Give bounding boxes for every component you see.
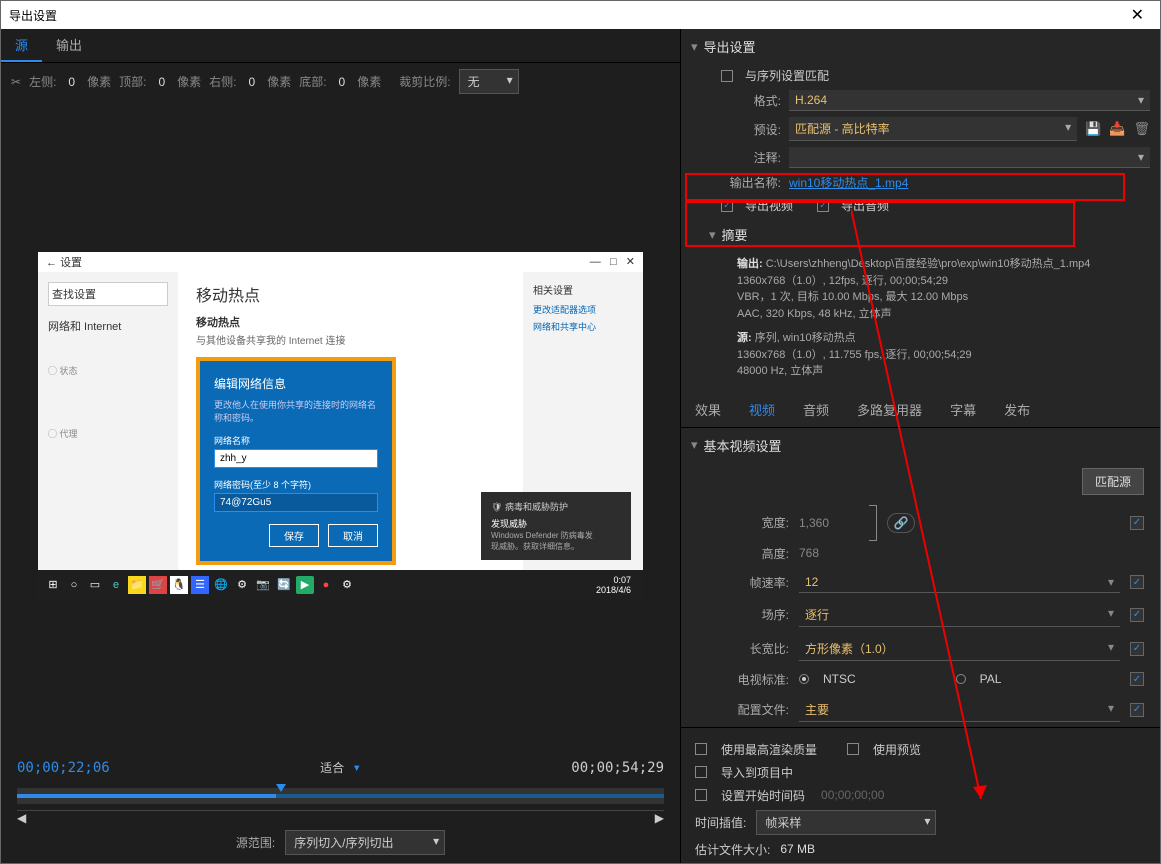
profile-select[interactable]: 主要 [799,698,1120,722]
preview-image: ← 设置 — □ ✕ 查找设置 网络和 Internet ◯ 状态 ◯ 代理 移… [38,252,643,600]
import-project-checkbox[interactable] [695,766,707,778]
crop-icon[interactable]: ✂ [11,75,21,89]
format-select[interactable]: H.264 [789,90,1150,111]
tab-caption[interactable]: 字幕 [936,392,990,427]
dimension-check[interactable] [1130,516,1144,530]
timecode-current[interactable]: 00;00;22;06 [17,760,110,776]
profile-check[interactable] [1130,703,1144,717]
import-preset-icon[interactable]: 📥 [1109,121,1125,137]
interp-select[interactable]: 帧采样 [756,810,936,835]
preview-area: ← 设置 — □ ✕ 查找设置 网络和 Internet ◯ 状态 ◯ 代理 移… [1,100,680,751]
preview-taskbar: ⊞ ○ ▭ e 📁 🛒 🐧 ☰ 🌐 ⚙ 📷 🔄 ▶ ● [38,570,643,600]
match-sequence-checkbox[interactable] [721,70,733,82]
use-preview-checkbox[interactable] [847,743,859,755]
right-panel: 导出设置 与序列设置匹配 格式: H.264 预设: 匹配源 - 高比特率 💾 … [681,29,1160,863]
tab-output[interactable]: 输出 [42,29,96,62]
tab-effect[interactable]: 效果 [681,392,735,427]
timeline-scrubber[interactable] [17,788,664,804]
title-bar: 导出设置 ✕ [1,1,1160,29]
aspect-check[interactable] [1130,642,1144,656]
tv-check[interactable] [1130,672,1144,686]
tab-video[interactable]: 视频 [735,392,789,427]
chevron-down-icon[interactable] [691,437,698,453]
link-icon[interactable]: 🔗 [887,513,915,533]
annotation-box-2 [685,201,1075,247]
close-icon[interactable]: ✕ [1123,5,1152,25]
tab-audio[interactable]: 音频 [789,392,843,427]
source-range-label: 源范围: [236,834,275,851]
field-check[interactable] [1130,608,1144,622]
match-source-button[interactable]: 匹配源 [1082,468,1144,495]
fps-check[interactable] [1130,575,1144,589]
ntsc-radio[interactable] [799,674,809,684]
timecode-total: 00;00;54;29 [571,760,664,776]
fps-select[interactable]: 12 [799,572,1120,593]
aspect-select[interactable]: 方形像素（1.0） [799,637,1120,661]
source-range-select[interactable]: 序列切入/序列切出 [285,830,445,855]
field-select[interactable]: 逐行 [799,603,1120,627]
left-panel: 源 输出 ✂ 左侧:0像素 顶部:0像素 右侧:0像素 底部:0像素 裁剪比例:… [1,29,681,863]
tab-publish[interactable]: 发布 [990,392,1044,427]
export-settings-header: 导出设置 [704,37,756,56]
defender-notification: 🛡 病毒和威胁防护 发现威胁 Windows Defender 防病毒发现威胁。… [481,492,631,560]
tab-source[interactable]: 源 [1,29,42,62]
preset-select[interactable]: 匹配源 - 高比特率 [789,117,1077,141]
preview-tabs: 源 输出 [1,29,680,63]
highlighted-dialog: 编辑网络信息 更改他人在使用你共享的连接时的网络名称和密码。 网络名称 网络密码… [196,357,396,565]
comment-input[interactable] [789,147,1150,168]
tab-mux[interactable]: 多路复用器 [843,392,936,427]
annotation-box-1 [685,173,1125,201]
delete-preset-icon[interactable]: 🗑 [1133,121,1150,137]
save-preset-icon[interactable]: 💾 [1085,121,1101,137]
crop-bar: ✂ 左侧:0像素 顶部:0像素 右侧:0像素 底部:0像素 裁剪比例: 无 [1,63,680,100]
max-quality-checkbox[interactable] [695,743,707,755]
window-title: 导出设置 [9,7,57,24]
video-settings-header: 基本视频设置 [704,436,782,455]
fit-select[interactable]: 适合 [320,761,344,775]
crop-ratio-select[interactable]: 无 [459,69,519,94]
start-timecode-checkbox[interactable] [695,789,707,801]
chevron-down-icon[interactable] [691,39,698,55]
pal-radio[interactable] [956,674,966,684]
